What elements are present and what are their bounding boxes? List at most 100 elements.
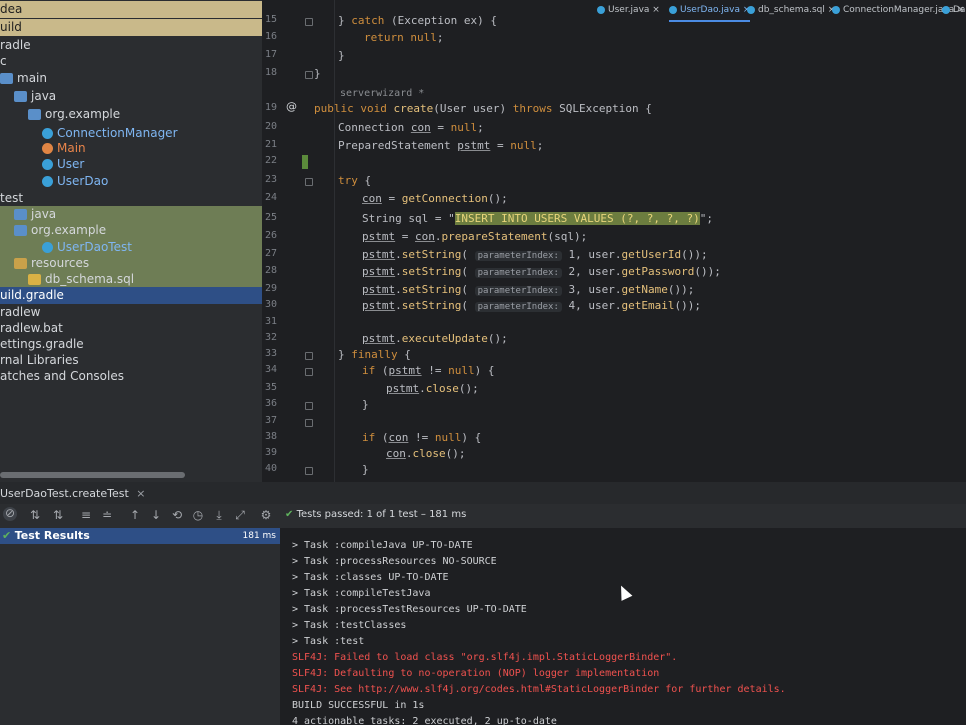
console-line: > Task :compileTestJava (292, 588, 431, 599)
class-icon (42, 159, 53, 170)
editor-tab-label: ConnectionManager.java (843, 5, 955, 15)
console-output[interactable]: > Task :compileJava UP-TO-DATE > Task :pr… (280, 528, 966, 725)
code-line[interactable]: } finally { (338, 348, 411, 361)
project-tree-item[interactable]: uild (0, 19, 262, 36)
close-tab-icon[interactable]: × (649, 5, 660, 15)
mouse-cursor-icon (615, 583, 633, 601)
check-icon: ✔ (285, 509, 294, 520)
fold-marker-icon[interactable] (305, 402, 313, 410)
code-line[interactable]: public void create(User user) throws SQL… (314, 102, 652, 115)
close-tab-icon[interactable]: × (136, 487, 145, 500)
line-number: 16 (264, 31, 277, 42)
export-icon[interactable]: ⤓ (213, 509, 225, 521)
code-line[interactable]: } (362, 398, 369, 411)
sql-file-icon (747, 5, 755, 14)
history-icon[interactable]: ◷ (192, 509, 204, 521)
check-icon: ✔ (2, 529, 12, 542)
editor-tab[interactable]: UserDao.java × (669, 0, 751, 22)
editor-tab[interactable]: User.java × (597, 0, 660, 20)
project-tree-item[interactable]: UserDao (0, 173, 262, 190)
project-tree-item[interactable]: radlew (0, 304, 262, 321)
console-line: > Task :processResources NO-SOURCE (292, 556, 497, 567)
project-tree-item-label: Main (57, 141, 86, 155)
editor-tabs: User.java × UserDao.java × db_schema.sql ×… (562, 0, 966, 22)
expand-all-icon[interactable]: ≡ (80, 509, 92, 521)
code-line[interactable]: Connection con = null; (338, 121, 484, 134)
project-horizontal-scrollbar[interactable] (0, 472, 185, 478)
project-tree-item[interactable]: radle (0, 37, 262, 54)
fold-marker-icon[interactable] (305, 71, 313, 79)
project-tree-item[interactable]: db_schema.sql (0, 271, 262, 288)
code-line[interactable]: con.close(); (386, 447, 466, 460)
editor-tab[interactable]: db_schema.sql × (747, 0, 835, 20)
code-line[interactable]: } (338, 49, 345, 62)
editor-tab-label: UserDao.java (680, 5, 741, 15)
project-tree-item[interactable]: dea (0, 1, 262, 18)
sort-duration-icon[interactable]: ⇅ (52, 509, 64, 521)
project-tree-item[interactable]: ettings.gradle (0, 336, 262, 353)
override-gutter-icon[interactable]: @ (286, 100, 297, 113)
fold-marker-icon[interactable] (305, 178, 313, 186)
code-line[interactable]: pstmt.close(); (386, 382, 479, 395)
project-tree-item[interactable]: radlew.bat (0, 320, 262, 337)
line-number: 30 (264, 299, 277, 310)
fold-marker-icon[interactable] (305, 419, 313, 427)
folder-icon (28, 109, 41, 120)
previous-test-icon[interactable]: ↑ (129, 509, 141, 521)
code-editor[interactable]: User.java × UserDao.java × db_schema.sql ×… (262, 0, 966, 482)
code-line[interactable]: if (pstmt != null) { (362, 364, 495, 377)
project-tree-item[interactable]: test (0, 190, 262, 207)
project-tree-item[interactable]: c (0, 53, 262, 70)
project-tree-item[interactable]: User (0, 156, 262, 173)
code-line[interactable]: pstmt.setString( parameterIndex: 3, user… (362, 283, 694, 296)
fold-marker-icon[interactable] (305, 352, 313, 360)
console-line: > Task :testClasses (292, 620, 407, 631)
run-tab-label: UserDaoTest.createTest (0, 487, 129, 500)
code-line[interactable]: con = getConnection(); (362, 192, 508, 205)
code-line[interactable]: } catch (Exception ex) { (338, 14, 497, 27)
project-tree-item-label: uild (0, 20, 22, 34)
code-line[interactable]: pstmt = con.prepareStatement(sql); (362, 230, 587, 243)
line-number: 31 (264, 316, 277, 327)
fold-marker-icon[interactable] (305, 467, 313, 475)
fold-marker-icon[interactable] (305, 368, 313, 376)
project-tree-item[interactable]: rnal Libraries (0, 352, 262, 369)
settings-gear-icon[interactable]: ⚙ (260, 509, 272, 521)
project-tree-item[interactable]: UserDaoTest (0, 239, 262, 256)
run-tab-bar: UserDaoTest.createTest × (0, 482, 966, 504)
code-line[interactable]: return null; (364, 31, 444, 44)
project-tree-item[interactable]: org.example (0, 222, 262, 239)
project-tree-item[interactable]: uild.gradle (0, 287, 262, 304)
line-number: 21 (264, 139, 277, 150)
project-tree-item[interactable]: java (0, 88, 262, 105)
ide-window: dea uild radle c main java org.example Connecti… (0, 0, 966, 725)
code-line[interactable]: pstmt.setString( parameterIndex: 4, user… (362, 299, 701, 312)
rerun-icon[interactable]: ⊘ (3, 507, 17, 521)
java-class-icon (669, 5, 677, 14)
test-results-row[interactable]: ✔ Test Results 181 ms (0, 528, 280, 544)
code-line[interactable]: pstmt.setString( parameterIndex: 2, user… (362, 265, 721, 278)
import-tests-icon[interactable]: ⟲ (171, 509, 183, 521)
code-line[interactable]: pstmt.setString( parameterIndex: 1, user… (362, 248, 708, 261)
run-tab[interactable]: UserDaoTest.createTest × (0, 487, 145, 500)
project-tree-item[interactable]: atches and Consoles (0, 368, 262, 385)
code-line[interactable]: String sql = "INSERT INTO USERS VALUES (… (362, 212, 713, 225)
code-line[interactable]: try { (338, 174, 371, 187)
collapse-all-icon[interactable]: ≐ (101, 509, 113, 521)
fold-marker-icon[interactable] (305, 18, 313, 26)
open-external-icon[interactable]: ⤢ (234, 509, 246, 521)
project-tree-item[interactable]: resources (0, 255, 262, 272)
console-line: SLF4J: See http://www.slf4j.org/codes.ht… (292, 684, 786, 695)
next-test-icon[interactable]: ↓ (150, 509, 162, 521)
code-line[interactable]: pstmt.executeUpdate(); (362, 332, 508, 345)
project-tree-item[interactable]: Main (0, 140, 262, 157)
code-line[interactable]: PreparedStatement pstmt = null; (338, 139, 543, 152)
project-tree-item[interactable]: java (0, 206, 262, 223)
code-line[interactable]: } (362, 463, 369, 476)
sort-alpha-icon[interactable]: ⇅ (29, 509, 41, 521)
code-line[interactable]: } (314, 67, 321, 80)
editor-tab[interactable]: Da (942, 0, 965, 20)
code-line[interactable]: if (con != null) { (362, 431, 481, 444)
project-tree-item[interactable]: main (0, 70, 262, 87)
project-tree-item[interactable]: org.example (0, 106, 262, 123)
